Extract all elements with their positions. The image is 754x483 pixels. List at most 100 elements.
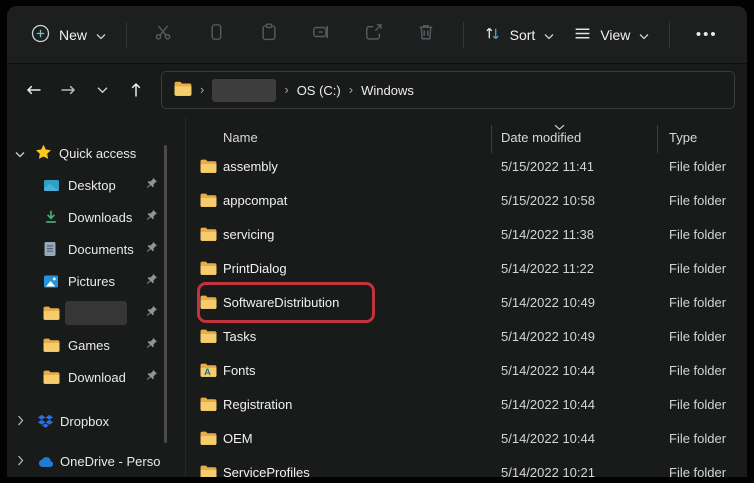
file-type: File folder <box>669 227 726 242</box>
redacted-label <box>65 301 127 325</box>
file-name[interactable]: Fonts <box>223 363 256 378</box>
recent-locations-chevron[interactable] <box>85 73 119 107</box>
sidebar-item-label: Pictures <box>68 274 115 289</box>
toolbar-divider <box>669 22 670 48</box>
sidebar-item-redacted[interactable] <box>7 297 185 329</box>
chevron-down-icon[interactable] <box>15 146 25 161</box>
column-header-name[interactable]: Name <box>223 130 258 145</box>
file-name[interactable]: Registration <box>223 397 292 412</box>
file-date-modified: 5/14/2022 10:49 <box>501 329 595 344</box>
pin-icon <box>145 177 158 193</box>
sidebar-item-label: Download <box>68 370 126 385</box>
copy-icon <box>207 23 225 46</box>
sidebar-item-download[interactable]: Download <box>7 361 185 393</box>
scissors-icon <box>154 23 172 46</box>
cut-button[interactable] <box>143 17 184 53</box>
sidebar-item-games[interactable]: Games <box>7 329 185 361</box>
desktop-icon <box>43 178 60 193</box>
sidebar-item-documents[interactable]: Documents <box>7 233 185 265</box>
view-button[interactable]: View <box>564 17 659 53</box>
sidebar-item-label: Documents <box>68 242 134 257</box>
view-button-label: View <box>600 27 630 43</box>
file-type: File folder <box>669 193 726 208</box>
ellipsis-icon: ••• <box>696 26 718 43</box>
dropbox-icon <box>37 414 54 429</box>
file-row-serviceprofiles[interactable]: ServiceProfiles 5/14/2022 10:21 File fol… <box>186 456 747 477</box>
folder-icon <box>200 431 217 445</box>
file-type: File folder <box>669 397 726 412</box>
toolbar-divider <box>463 22 464 48</box>
column-divider[interactable] <box>657 125 658 153</box>
folder-icon <box>200 295 217 309</box>
sidebar-scrollbar[interactable] <box>164 145 167 443</box>
file-row-appcompat[interactable]: appcompat 5/15/2022 10:58 File folder <box>186 184 747 218</box>
sidebar-item-desktop[interactable]: Desktop <box>7 169 185 201</box>
column-divider[interactable] <box>491 125 492 153</box>
paste-button[interactable] <box>248 17 289 53</box>
command-toolbar: New <box>7 6 747 64</box>
chevron-right-icon[interactable] <box>17 414 24 429</box>
file-name[interactable]: SoftwareDistribution <box>223 295 339 310</box>
breadcrumb-drive[interactable]: OS (C:) <box>297 83 341 98</box>
file-date-modified: 5/14/2022 11:22 <box>501 261 594 276</box>
forward-button[interactable] <box>51 73 85 107</box>
file-name[interactable]: OEM <box>223 431 253 446</box>
rename-button[interactable] <box>301 17 342 53</box>
folder-icon <box>200 329 217 343</box>
file-row-fonts[interactable]: A Fonts 5/14/2022 10:44 File folder <box>186 354 747 388</box>
quick-access-label: Quick access <box>59 146 136 161</box>
file-row-printdialog[interactable]: PrintDialog 5/14/2022 11:22 File folder <box>186 252 747 286</box>
file-type: File folder <box>669 295 726 310</box>
sidebar-item-pictures[interactable]: Pictures <box>7 265 185 297</box>
chevron-down-icon <box>639 27 649 43</box>
copy-button[interactable] <box>196 17 237 53</box>
file-name[interactable]: appcompat <box>223 193 287 208</box>
file-name[interactable]: assembly <box>223 159 278 174</box>
folder-icon <box>43 370 60 384</box>
chevron-down-icon <box>96 27 106 43</box>
file-row-assembly[interactable]: assembly 5/15/2022 11:41 File folder <box>186 150 747 184</box>
pin-icon <box>145 305 158 321</box>
back-button[interactable] <box>17 73 51 107</box>
sidebar-item-onedrive[interactable]: OneDrive - Perso <box>7 441 185 477</box>
file-name[interactable]: PrintDialog <box>223 261 287 276</box>
svg-text:A: A <box>204 367 211 377</box>
file-row-registration[interactable]: Registration 5/14/2022 10:44 File folder <box>186 388 747 422</box>
sort-button[interactable]: Sort <box>474 17 565 53</box>
chevron-right-icon[interactable] <box>17 454 24 469</box>
share-button[interactable] <box>353 17 394 53</box>
new-button[interactable]: New <box>21 16 116 54</box>
file-type: File folder <box>669 159 726 174</box>
file-rows: assembly 5/15/2022 11:41 File folder app… <box>186 150 747 477</box>
breadcrumb-current-folder[interactable]: Windows <box>361 83 414 98</box>
sidebar-item-label: Desktop <box>68 178 116 193</box>
file-name[interactable]: Tasks <box>223 329 256 344</box>
file-date-modified: 5/14/2022 10:49 <box>501 295 595 310</box>
breadcrumb-separator: › <box>200 82 204 97</box>
file-row-tasks[interactable]: Tasks 5/14/2022 10:49 File folder <box>186 320 747 354</box>
sort-arrows-icon <box>484 25 501 45</box>
sidebar-item-downloads[interactable]: Downloads <box>7 201 185 233</box>
address-bar[interactable]: › › OS (C:) › Windows <box>161 71 735 109</box>
column-header-type[interactable]: Type <box>669 130 697 145</box>
file-row-servicing[interactable]: servicing 5/14/2022 11:38 File folder <box>186 218 747 252</box>
breadcrumb-separator: › <box>284 82 288 97</box>
file-type: File folder <box>669 261 726 276</box>
star-icon <box>35 144 52 163</box>
file-name[interactable]: ServiceProfiles <box>223 465 310 477</box>
up-button[interactable] <box>119 73 153 107</box>
breadcrumb-separator: › <box>349 82 353 97</box>
onedrive-icon <box>37 455 55 468</box>
column-header-date-modified[interactable]: Date modified <box>501 130 581 145</box>
file-date-modified: 5/14/2022 10:44 <box>501 397 595 412</box>
sidebar-item-dropbox[interactable]: Dropbox <box>7 401 185 441</box>
navigation-pane: Quick access Desktop Downloads <box>7 117 185 477</box>
sidebar-quick-access[interactable]: Quick access <box>7 137 185 169</box>
file-row-oem[interactable]: OEM 5/14/2022 10:44 File folder <box>186 422 747 456</box>
delete-button[interactable] <box>406 17 447 53</box>
chevron-down-icon <box>544 27 554 43</box>
breadcrumb-redacted-segment[interactable] <box>212 79 276 102</box>
file-row-softwaredistribution[interactable]: SoftwareDistribution 5/14/2022 10:49 Fil… <box>186 286 747 320</box>
file-name[interactable]: servicing <box>223 227 274 242</box>
see-more-button[interactable]: ••• <box>686 17 727 53</box>
